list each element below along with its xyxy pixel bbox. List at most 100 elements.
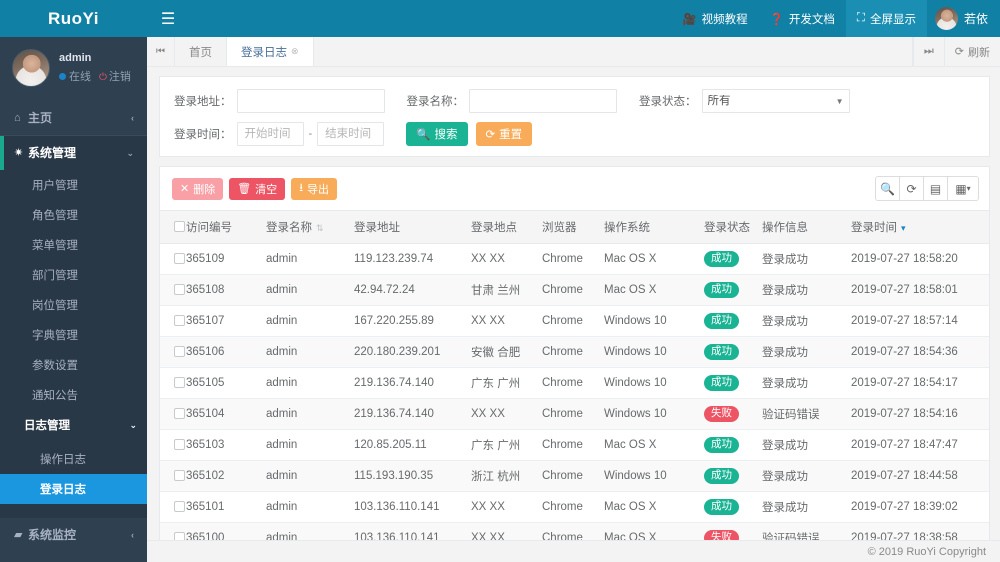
delete-button[interactable]: ✕ 删除 bbox=[172, 177, 224, 200]
checkbox-icon[interactable] bbox=[174, 315, 185, 327]
header-browser[interactable]: 浏览器 bbox=[542, 210, 604, 244]
header-ipaddr[interactable]: 登录地址 bbox=[354, 210, 471, 244]
sidebar-item-role-mgmt[interactable]: 角色管理 bbox=[0, 200, 147, 230]
sidebar-item-config[interactable]: 参数设置 bbox=[0, 350, 147, 380]
toggle-view-icon[interactable]: ▤ bbox=[924, 177, 948, 200]
avatar[interactable] bbox=[12, 49, 50, 87]
search-button[interactable]: 🔍 搜索 bbox=[406, 122, 468, 146]
cell-checkbox[interactable] bbox=[160, 398, 186, 430]
cell-checkbox[interactable] bbox=[160, 305, 186, 337]
header-info-id[interactable]: 访问编号 bbox=[186, 210, 266, 244]
tabs-scroll-left-icon[interactable]: ⏮ bbox=[147, 37, 175, 66]
checkbox-icon[interactable] bbox=[174, 284, 185, 296]
cell-checkbox[interactable] bbox=[160, 243, 186, 275]
sidebar-item-user-mgmt[interactable]: 用户管理 bbox=[0, 170, 147, 200]
header-login-name[interactable]: 登录名称 ⇅ bbox=[266, 210, 354, 244]
table-row[interactable]: 365102 admin 115.193.190.35 浙江 杭州 Chrome Wind… bbox=[160, 460, 989, 492]
sidebar-item-notice[interactable]: 通知公告 bbox=[0, 380, 147, 410]
header-location[interactable]: 登录地点 bbox=[471, 210, 542, 244]
main-area: ☰ 🎥 视频教程 ❓ 开发文档 ⛶ 全屏显示 若依 ⏮ 首页 登录日志 ⊗ ⏭ … bbox=[147, 0, 1000, 562]
header-msg[interactable]: 操作信息 bbox=[762, 210, 851, 244]
search-input-time-end[interactable] bbox=[317, 122, 385, 146]
cell-checkbox[interactable] bbox=[160, 491, 186, 523]
header-select-all[interactable] bbox=[160, 210, 186, 244]
checkbox-icon[interactable] bbox=[174, 408, 185, 420]
search-select-status[interactable]: 所有 bbox=[701, 89, 850, 113]
profile-username: admin bbox=[59, 51, 92, 64]
table-row[interactable]: 365106 admin 220.180.239.201 安徽 合肥 Chrome Win… bbox=[160, 336, 989, 368]
table-row[interactable]: 365101 admin 103.136.110.141 XX XX Chrome Mac… bbox=[160, 491, 989, 523]
search-icon[interactable]: 🔍 bbox=[876, 177, 900, 200]
sidebar-item-menu-mgmt[interactable]: 菜单管理 bbox=[0, 230, 147, 260]
cell-location: XX XX bbox=[471, 243, 542, 275]
cell-login-time: 2019-07-27 18:54:36 bbox=[851, 336, 989, 368]
topbar-video-label: 视频教程 bbox=[701, 13, 748, 26]
sidebar-item-post-mgmt[interactable]: 岗位管理 bbox=[0, 290, 147, 320]
sidebar-item-dept-mgmt[interactable]: 部门管理 bbox=[0, 260, 147, 290]
checkbox-icon[interactable] bbox=[174, 501, 185, 513]
tab-login-log-label: 登录日志 bbox=[241, 46, 287, 59]
table-row[interactable]: 365108 admin 42.94.72.24 甘肃 兰州 Chrome Mac OS … bbox=[160, 274, 989, 306]
search-input-addr[interactable] bbox=[236, 89, 385, 113]
header-status[interactable]: 登录状态 bbox=[704, 210, 762, 244]
sort-icon[interactable]: ⇅ bbox=[316, 223, 324, 233]
online-dot-icon bbox=[59, 73, 66, 81]
cell-ipaddr: 103.136.110.141 bbox=[354, 491, 471, 523]
status-online[interactable]: 在线 bbox=[59, 70, 91, 86]
sidebar-item-home[interactable]: ⌂ 主页 ‹ bbox=[0, 101, 147, 136]
checkbox-icon[interactable] bbox=[174, 532, 185, 540]
sidebar-item-oper-log[interactable]: 操作日志 bbox=[0, 444, 147, 474]
checkbox-icon[interactable] bbox=[174, 221, 185, 233]
table-row[interactable]: 365107 admin 167.220.255.89 XX XX Chrome Wind… bbox=[160, 305, 989, 337]
sidebar-item-tools[interactable]: ☰ 系统工具 ‹ bbox=[0, 552, 147, 562]
checkbox-icon[interactable] bbox=[174, 439, 185, 451]
header-info-id-label: 访问编号 bbox=[186, 222, 232, 234]
topbar-dev-docs[interactable]: ❓ 开发文档 bbox=[759, 0, 846, 37]
search-input-name[interactable] bbox=[469, 89, 617, 113]
cell-checkbox[interactable] bbox=[160, 522, 186, 540]
tab-home[interactable]: 首页 bbox=[175, 37, 227, 66]
header-login-time[interactable]: 登录时间 ▾ bbox=[851, 210, 989, 244]
cell-checkbox[interactable] bbox=[160, 429, 186, 461]
refresh-icon[interactable]: ⟳ bbox=[900, 177, 924, 200]
topbar-fullscreen[interactable]: ⛶ 全屏显示 bbox=[845, 0, 927, 37]
trash-icon: 🗑 bbox=[237, 183, 252, 195]
checkbox-icon[interactable] bbox=[174, 470, 185, 482]
hamburger-icon[interactable]: ☰ bbox=[147, 9, 189, 29]
tab-login-log[interactable]: 登录日志 ⊗ bbox=[227, 37, 314, 66]
checkbox-icon[interactable] bbox=[174, 346, 185, 358]
close-icon[interactable]: ⊗ bbox=[291, 46, 299, 57]
search-button-label: 搜索 bbox=[434, 129, 458, 141]
reset-button[interactable]: ⟳ 重置 bbox=[475, 122, 533, 146]
cell-checkbox[interactable] bbox=[160, 274, 186, 306]
table-row[interactable]: 365104 admin 219.136.74.140 XX XX Chrome Wind… bbox=[160, 398, 989, 430]
sidebar-item-dict-mgmt[interactable]: 字典管理 bbox=[0, 320, 147, 350]
sidebar-item-login-log[interactable]: 登录日志 bbox=[0, 474, 147, 504]
topbar-user-menu[interactable]: 若依 bbox=[927, 7, 1000, 30]
checkbox-icon[interactable] bbox=[174, 253, 185, 265]
brand-logo[interactable]: RuoYi bbox=[0, 0, 147, 37]
sidebar-item-log-mgmt[interactable]: 日志管理 ⌄ bbox=[0, 410, 147, 440]
table-row[interactable]: 365105 admin 219.136.74.140 广东 广州 Chrome Wind… bbox=[160, 367, 989, 399]
export-button[interactable]: ⭳ 导出 bbox=[291, 177, 338, 200]
checkbox-icon[interactable] bbox=[174, 377, 185, 389]
table-row[interactable]: 365103 admin 120.85.205.11 广东 广州 Chrome Mac O… bbox=[160, 429, 989, 461]
sidebar-item-system[interactable]: ✷ 系统管理 ⌄ 用户管理 角色管理 菜单管理 部门管理 岗位管理 字典管理 参… bbox=[0, 136, 147, 518]
topbar-video-tutorial[interactable]: 🎥 视频教程 bbox=[671, 0, 758, 37]
sidebar-item-monitor[interactable]: ▰ 系统监控 ‹ bbox=[0, 518, 147, 552]
header-os[interactable]: 操作系统 bbox=[604, 210, 704, 244]
columns-icon[interactable]: ▦ ▾ bbox=[948, 177, 978, 200]
cell-checkbox[interactable] bbox=[160, 367, 186, 399]
search-input-time-start[interactable] bbox=[236, 122, 304, 146]
tabs-scroll-right-icon[interactable]: ⏭ bbox=[912, 36, 944, 67]
cell-checkbox[interactable] bbox=[160, 336, 186, 368]
cell-checkbox[interactable] bbox=[160, 460, 186, 492]
clear-button[interactable]: 🗑 清空 bbox=[229, 177, 286, 200]
tab-refresh-button[interactable]: ⟳ 刷新 bbox=[943, 36, 1000, 67]
logout-link[interactable]: ⏻ 注销 bbox=[99, 70, 131, 86]
sort-desc-icon[interactable]: ▾ bbox=[901, 223, 906, 233]
table-row[interactable]: 365100 admin 103.136.110.141 XX XX Chrome Mac… bbox=[160, 522, 989, 540]
cell-msg: 登录成功 bbox=[762, 460, 851, 492]
table-row[interactable]: 365109 admin 119.123.239.74 XX XX Chrome Mac … bbox=[160, 243, 989, 275]
cell-browser: Chrome bbox=[542, 305, 604, 337]
